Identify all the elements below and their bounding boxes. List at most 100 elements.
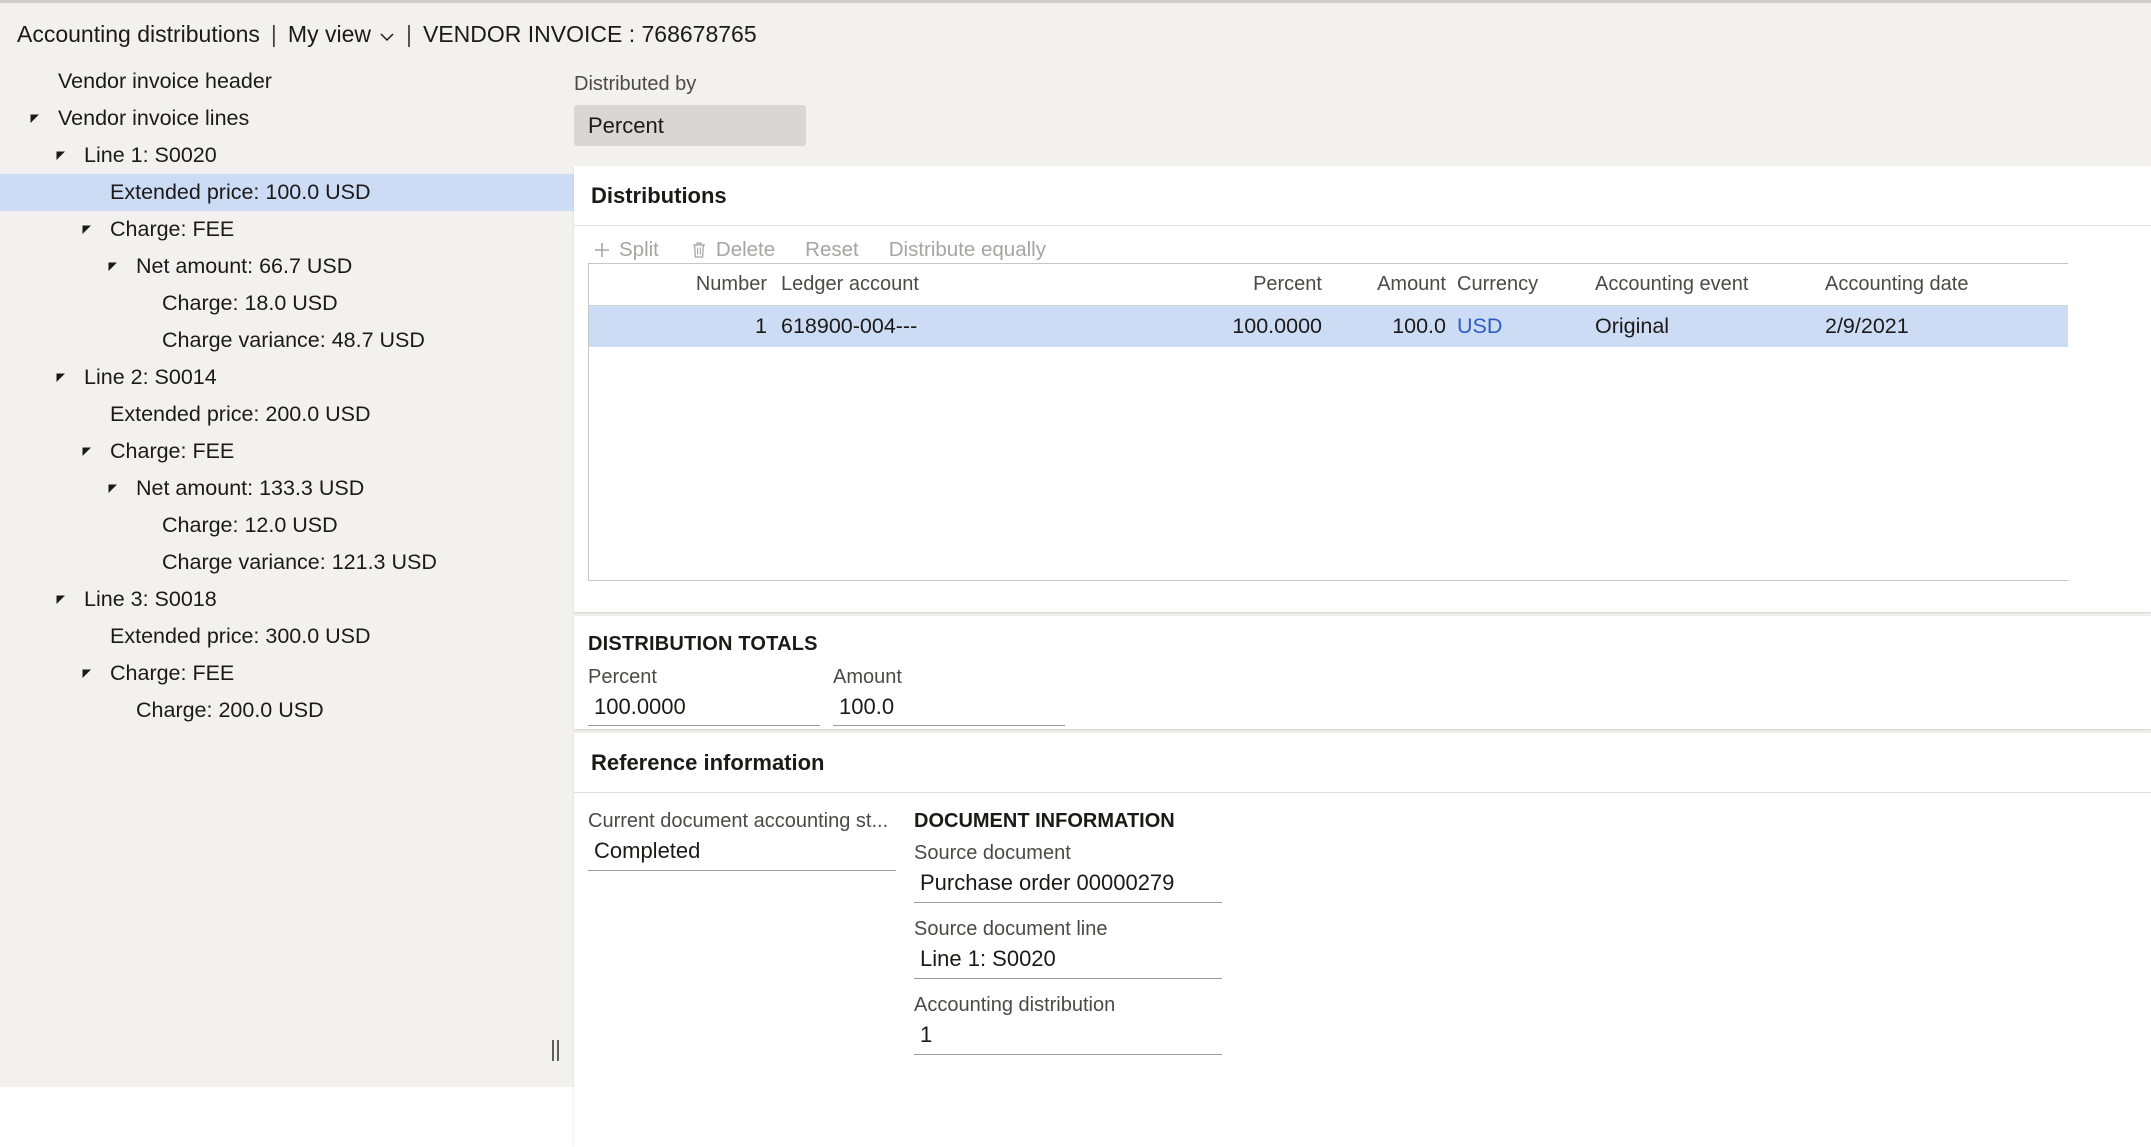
toolbar-button-label: Split — [619, 238, 659, 261]
breadcrumb-separator-1: | — [270, 21, 277, 47]
source-document-field: Source document Purchase order 00000279 — [914, 842, 1222, 903]
table-row[interactable]: 1 618900-004--- 100.0000 100.0 USD Original 2/… — [589, 306, 2068, 347]
column-header[interactable]: Accounting date — [1825, 273, 2065, 296]
column-header[interactable]: Percent — [1067, 273, 1332, 296]
totals-percent-label: Percent — [588, 666, 657, 688]
trash-icon — [689, 240, 709, 260]
tree-item[interactable]: Extended price: 200.0 USD — [0, 396, 574, 433]
tree-item-label: Charge: FEE — [110, 661, 235, 685]
tree-collapse-arrow-icon[interactable] — [78, 443, 96, 461]
plus-icon — [592, 240, 612, 260]
tree-collapse-arrow-icon[interactable] — [52, 147, 70, 165]
tree-collapse-arrow-icon[interactable] — [52, 369, 70, 387]
reference-information-card: Reference information Current document a… — [574, 733, 2151, 1147]
tree-item-label: Net amount: 66.7 USD — [136, 254, 353, 278]
accounting-distribution-label: Accounting distribution — [914, 994, 1116, 1016]
tree-item[interactable]: Charge: FEE — [0, 433, 574, 470]
tree-collapse-arrow-icon[interactable] — [104, 258, 122, 276]
grid-body: 1 618900-004--- 100.0000 100.0 USD Original 2/… — [589, 306, 2068, 347]
distribution-totals-fields: Percent 100.0000 Amount 100.0 — [574, 666, 2151, 726]
chevron-down-icon — [379, 29, 395, 45]
tree-item[interactable]: Vendor invoice header — [0, 63, 574, 100]
tree-collapse-arrow-icon[interactable] — [78, 221, 96, 239]
tree-item-label: Vendor invoice header — [58, 69, 272, 93]
tree-item-label: Line 3: S0018 — [84, 587, 217, 611]
page-title: Accounting distributions — [17, 21, 260, 47]
cell-accounting-event: Original — [1595, 314, 1670, 338]
cell-ledger-account: 618900-004--- — [781, 314, 918, 338]
tree-item[interactable]: Charge variance: 48.7 USD — [0, 322, 574, 359]
source-document-line-field: Source document line Line 1: S0020 — [914, 918, 1222, 979]
tree-collapse-arrow-icon[interactable] — [104, 480, 122, 498]
toolbar-button-label: Reset — [805, 238, 859, 261]
source-document-value[interactable]: Purchase order 00000279 — [914, 868, 1222, 903]
tree-item[interactable]: Net amount: 133.3 USD — [0, 470, 574, 507]
column-header[interactable]: Number — [589, 273, 777, 296]
record-title: VENDOR INVOICE : 768678765 — [422, 21, 757, 47]
distributed-by-field[interactable]: Percent — [574, 105, 806, 146]
tree-item-label: Charge variance: 48.7 USD — [162, 328, 425, 352]
distribution-tree[interactable]: Vendor invoice header Vendor invoice line… — [0, 63, 574, 1087]
distributed-by-label: Distributed by — [574, 73, 697, 95]
tree-collapse-arrow-icon[interactable] — [52, 591, 70, 609]
tree-item[interactable]: Extended price: 100.0 USD — [0, 174, 574, 211]
tree-item[interactable]: Charge: 12.0 USD — [0, 507, 574, 544]
tree-item[interactable]: Net amount: 66.7 USD — [0, 248, 574, 285]
tree-item[interactable]: Charge: FEE — [0, 655, 574, 692]
cell-currency[interactable]: USD — [1457, 314, 1595, 339]
split-button[interactable]: Split — [588, 235, 663, 265]
tree-collapse-arrow-icon[interactable] — [78, 665, 96, 683]
accounting-distributions-page: Accounting distributions | My view | VEN… — [0, 0, 2151, 1147]
my-view-label: My view — [287, 21, 371, 47]
tree-item-label: Extended price: 300.0 USD — [110, 624, 371, 648]
column-header[interactable]: Accounting event — [1595, 273, 1825, 296]
tree-item-label: Line 1: S0020 — [84, 143, 217, 167]
tree-item[interactable]: Line 1: S0020 — [0, 137, 574, 174]
totals-percent-value[interactable]: 100.0000 — [588, 692, 820, 726]
column-header[interactable]: Currency — [1457, 273, 1595, 296]
column-header[interactable]: Ledger account — [777, 273, 1067, 296]
tree-item[interactable]: Line 3: S0018 — [0, 581, 574, 618]
tree-item[interactable]: Charge: FEE — [0, 211, 574, 248]
totals-amount-field: Amount 100.0 — [833, 666, 1065, 726]
tree-item-label: Line 2: S0014 — [84, 365, 217, 389]
splitter-bar — [556, 1039, 559, 1061]
tree-item[interactable]: Vendor invoice lines — [0, 100, 574, 137]
tree-item-label: Charge: 12.0 USD — [162, 513, 338, 537]
distributions-grid[interactable]: Number Ledger account Percent Amount Currenc… — [588, 263, 2068, 581]
tree-item[interactable]: Charge variance: 121.3 USD — [0, 544, 574, 581]
tree-item[interactable]: Extended price: 300.0 USD — [0, 618, 574, 655]
totals-percent-field: Percent 100.0000 — [588, 666, 820, 726]
current-document-accounting-status-label: Current document accounting st... — [588, 810, 889, 832]
tree-item-label: Charge: 200.0 USD — [136, 698, 324, 722]
distributions-card: Distributions Split Delete Reset Distribute… — [574, 166, 2151, 612]
grid-header-row: Number Ledger account Percent Amount Currenc… — [589, 264, 2068, 306]
cell-number: 1 — [755, 314, 767, 338]
distributions-title: Distributions — [591, 183, 727, 208]
distribution-totals-caption: DISTRIBUTION TOTALS — [588, 633, 818, 655]
document-information-caption: DOCUMENT INFORMATION — [914, 810, 1175, 832]
tree-item[interactable]: Charge: 18.0 USD — [0, 285, 574, 322]
tree-collapse-arrow-icon[interactable] — [26, 110, 44, 128]
my-view-dropdown[interactable]: My view — [288, 21, 395, 48]
delete-button[interactable]: Delete — [685, 235, 779, 265]
reset-button[interactable]: Reset — [801, 235, 863, 265]
right-pane: Distributed by Percent Distributions Spl… — [574, 63, 2151, 1147]
tree-item[interactable]: Charge: 200.0 USD — [0, 692, 574, 729]
tree-item-label: Net amount: 133.3 USD — [136, 476, 365, 500]
current-document-accounting-status-field: Current document accounting st... Comple… — [588, 810, 908, 871]
tree-item-label: Charge variance: 121.3 USD — [162, 550, 437, 574]
totals-amount-value[interactable]: 100.0 — [833, 692, 1065, 726]
distribution-totals-card: DISTRIBUTION TOTALS Percent 100.0000 Amo… — [574, 616, 2151, 729]
column-header[interactable]: Amount — [1332, 273, 1457, 296]
tree-item-label: Charge: FEE — [110, 439, 235, 463]
tree-item-label: Extended price: 100.0 USD — [110, 180, 371, 204]
page-header: Accounting distributions | My view | VEN… — [0, 6, 2151, 63]
current-document-accounting-status-value[interactable]: Completed — [588, 836, 896, 871]
source-document-line-value[interactable]: Line 1: S0020 — [914, 944, 1222, 979]
panel-splitter-handle[interactable] — [548, 1038, 562, 1062]
distribute-equally-button[interactable]: Distribute equally — [885, 235, 1050, 265]
tree-item-label: Charge: FEE — [110, 217, 235, 241]
tree-item[interactable]: Line 2: S0014 — [0, 359, 574, 396]
accounting-distribution-value[interactable]: 1 — [914, 1020, 1222, 1055]
